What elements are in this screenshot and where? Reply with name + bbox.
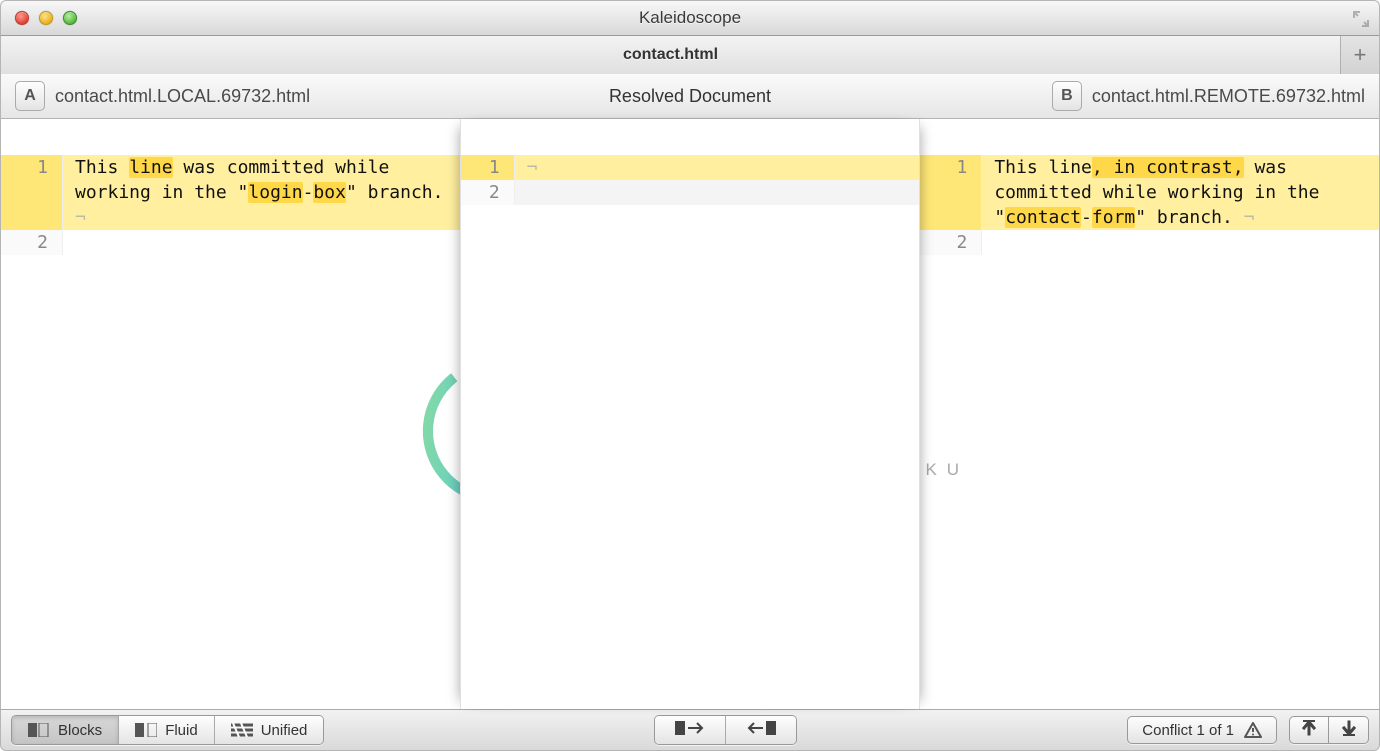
- warning-icon: [1244, 722, 1262, 738]
- view-fluid-label: Fluid: [165, 722, 198, 739]
- view-mode-segmented: Blocks Fluid Unified: [11, 715, 324, 745]
- center-file-header: Resolved Document: [460, 74, 919, 118]
- pane-center[interactable]: 1 ¬ 2: [460, 119, 921, 709]
- arrow-up-icon: [1302, 720, 1316, 741]
- view-blocks-label: Blocks: [58, 722, 102, 739]
- center-label: Resolved Document: [609, 86, 771, 107]
- next-conflict-button[interactable]: [1329, 716, 1369, 744]
- merge-rtl-icon: [746, 720, 776, 740]
- center-line-2: 2: [461, 180, 920, 205]
- close-window-button[interactable]: [15, 11, 29, 25]
- conflict-label: Conflict 1 of 1: [1142, 722, 1234, 739]
- line-number: 2: [1, 230, 63, 255]
- fullscreen-button[interactable]: [1351, 9, 1371, 29]
- tab-bar: contact.html +: [0, 36, 1380, 74]
- line-number: 1: [1, 155, 63, 230]
- traffic-lights: [1, 11, 77, 25]
- right-line-2: 2: [920, 230, 1379, 255]
- conflict-indicator[interactable]: Conflict 1 of 1: [1127, 716, 1277, 744]
- line-number: 2: [461, 180, 515, 205]
- bottom-toolbar: Blocks Fluid Unified: [0, 709, 1380, 751]
- line-content: [515, 180, 920, 205]
- blocks-icon: [28, 723, 50, 737]
- add-tab-button[interactable]: +: [1341, 36, 1379, 74]
- zoom-window-button[interactable]: [63, 11, 77, 25]
- merge-ltr-icon: [675, 720, 705, 740]
- left-line-2: 2: [1, 230, 460, 255]
- window-titlebar: Kaleidoscope: [0, 0, 1380, 36]
- fluid-icon: [135, 723, 157, 737]
- tab-label: contact.html: [623, 46, 718, 64]
- center-line-1: 1 ¬: [461, 155, 920, 180]
- tab-contact-html[interactable]: contact.html: [1, 36, 1341, 74]
- line-number: 1: [461, 155, 515, 180]
- path-bar: A contact.html.LOCAL.69732.html Resolved…: [0, 74, 1380, 119]
- unified-icon: [231, 723, 253, 737]
- right-line-1: 1 This line, in contrast, was committed …: [920, 155, 1379, 230]
- prev-conflict-button[interactable]: [1289, 716, 1329, 744]
- line-number: 1: [920, 155, 982, 230]
- left-line-1: 1 This line was committed while working …: [1, 155, 460, 230]
- plus-icon: +: [1354, 42, 1367, 68]
- right-file-header: B contact.html.REMOTE.69732.html: [920, 74, 1379, 118]
- view-fluid-button[interactable]: Fluid: [119, 716, 215, 744]
- line-content: This line, in contrast, was committed wh…: [982, 155, 1379, 230]
- file-badge-b[interactable]: B: [1052, 81, 1082, 111]
- view-unified-label: Unified: [261, 722, 308, 739]
- file-badge-a[interactable]: A: [15, 81, 45, 111]
- pane-right[interactable]: 1 This line, in contrast, was committed …: [920, 119, 1379, 709]
- view-unified-button[interactable]: Unified: [215, 716, 324, 744]
- app-title: Kaleidoscope: [1, 8, 1379, 28]
- conflict-controls: Conflict 1 of 1: [1127, 716, 1369, 744]
- merge-left-to-right-button[interactable]: [655, 716, 726, 744]
- line-content: ¬: [515, 155, 920, 180]
- line-number: 2: [920, 230, 982, 255]
- left-file-name: contact.html.LOCAL.69732.html: [55, 86, 310, 107]
- conflict-nav-group: [1289, 716, 1369, 744]
- line-content: [982, 230, 1379, 255]
- line-content: [63, 230, 460, 255]
- diff-area: 1 This line was committed while working …: [0, 119, 1380, 709]
- line-content: This line was committed while working in…: [63, 155, 460, 230]
- left-file-header: A contact.html.LOCAL.69732.html: [1, 74, 460, 118]
- minimize-window-button[interactable]: [39, 11, 53, 25]
- arrow-down-icon: [1342, 720, 1356, 741]
- merge-direction-group: [654, 715, 797, 745]
- pane-left[interactable]: 1 This line was committed while working …: [1, 119, 460, 709]
- view-blocks-button[interactable]: Blocks: [12, 716, 119, 744]
- merge-right-to-left-button[interactable]: [726, 716, 796, 744]
- right-file-name: contact.html.REMOTE.69732.html: [1092, 86, 1365, 107]
